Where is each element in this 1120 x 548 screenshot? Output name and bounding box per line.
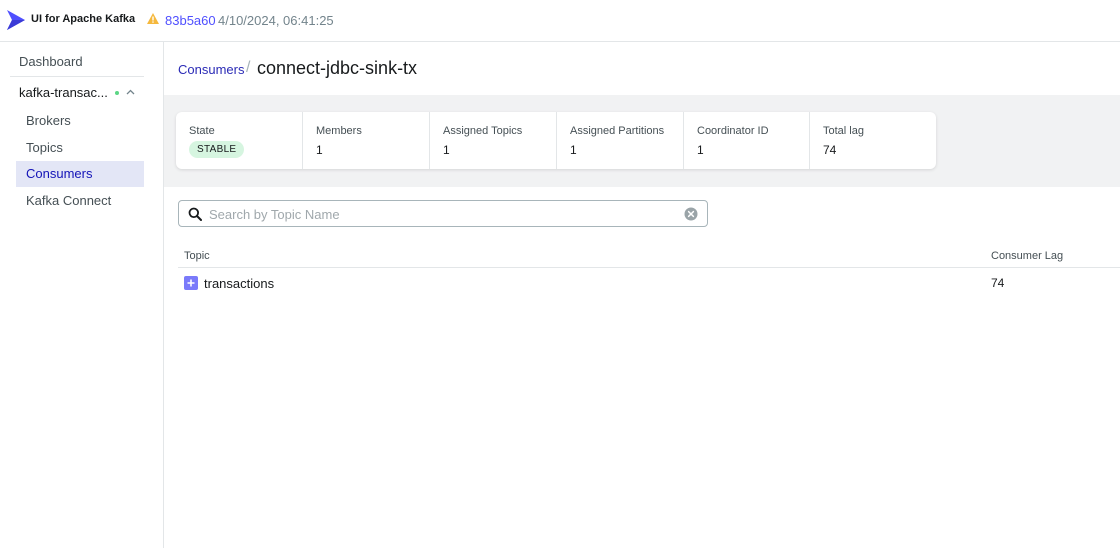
breadcrumb-consumers-link[interactable]: Consumers: [178, 62, 244, 77]
stats-card: State STABLE Members 1 Assigned Topics 1…: [176, 112, 936, 169]
stat-value: 74: [823, 143, 837, 157]
breadcrumb-separator: /: [246, 59, 251, 76]
page-title: connect-jdbc-sink-tx: [257, 58, 418, 78]
cluster-name: kafka-transac...: [19, 85, 108, 100]
stat-total-lag: Total lag 74: [810, 112, 936, 169]
stat-label: Coordinator ID: [697, 125, 769, 137]
table-row[interactable]: transactions 74: [178, 269, 1120, 297]
stat-value: 1: [570, 143, 577, 157]
sidebar-item-consumers[interactable]: Consumers: [16, 161, 144, 187]
search-icon: [188, 207, 202, 221]
table-header: Topic Consumer Lag: [178, 246, 1120, 268]
chevron-up-icon[interactable]: [126, 89, 135, 95]
search-input[interactable]: [209, 204, 679, 224]
stat-value: 1: [697, 143, 704, 157]
stat-value: 1: [443, 143, 450, 157]
app-title[interactable]: UI for Apache Kafka: [31, 13, 135, 25]
column-header-consumer-lag[interactable]: Consumer Lag: [991, 250, 1063, 262]
stat-assigned-partitions: Assigned Partitions 1: [557, 112, 684, 169]
sidebar-item-topics[interactable]: Topics: [16, 135, 144, 161]
state-badge: STABLE: [189, 141, 245, 158]
consumer-lag-value: 74: [991, 276, 1005, 290]
sidebar-item-brokers[interactable]: Brokers: [16, 108, 144, 134]
stat-label: Assigned Partitions: [570, 125, 665, 137]
clear-search-icon[interactable]: [684, 207, 698, 221]
stat-value: 1: [316, 143, 323, 157]
topic-search[interactable]: [178, 200, 708, 227]
version-date: 4/10/2024, 06:41:25: [218, 13, 334, 28]
stat-label: Members: [316, 125, 362, 137]
version-commit-link[interactable]: 83b5a60: [165, 13, 216, 28]
stat-assigned-topics: Assigned Topics 1: [430, 112, 557, 169]
top-bar: UI for Apache Kafka 83b5a60 4/10/2024, 0…: [0, 0, 1120, 42]
sidebar-item-dashboard[interactable]: Dashboard: [10, 51, 144, 77]
sidebar-cluster-toggle[interactable]: kafka-transac...: [10, 80, 144, 106]
kafka-logo-icon[interactable]: [6, 9, 26, 31]
stat-label: Total lag: [823, 125, 864, 137]
stat-state: State STABLE: [176, 112, 303, 169]
stat-label: State: [189, 125, 215, 137]
topic-name: transactions: [204, 276, 275, 291]
expand-plus-icon[interactable]: [184, 276, 198, 290]
stat-coordinator-id: Coordinator ID 1: [684, 112, 810, 169]
stat-label: Assigned Topics: [443, 125, 523, 137]
sidebar-item-kafka-connect[interactable]: Kafka Connect: [16, 188, 144, 214]
column-header-topic[interactable]: Topic: [184, 250, 210, 262]
stat-members: Members 1: [303, 112, 430, 169]
cluster-status-dot: [115, 91, 119, 95]
warning-icon: [147, 13, 159, 24]
